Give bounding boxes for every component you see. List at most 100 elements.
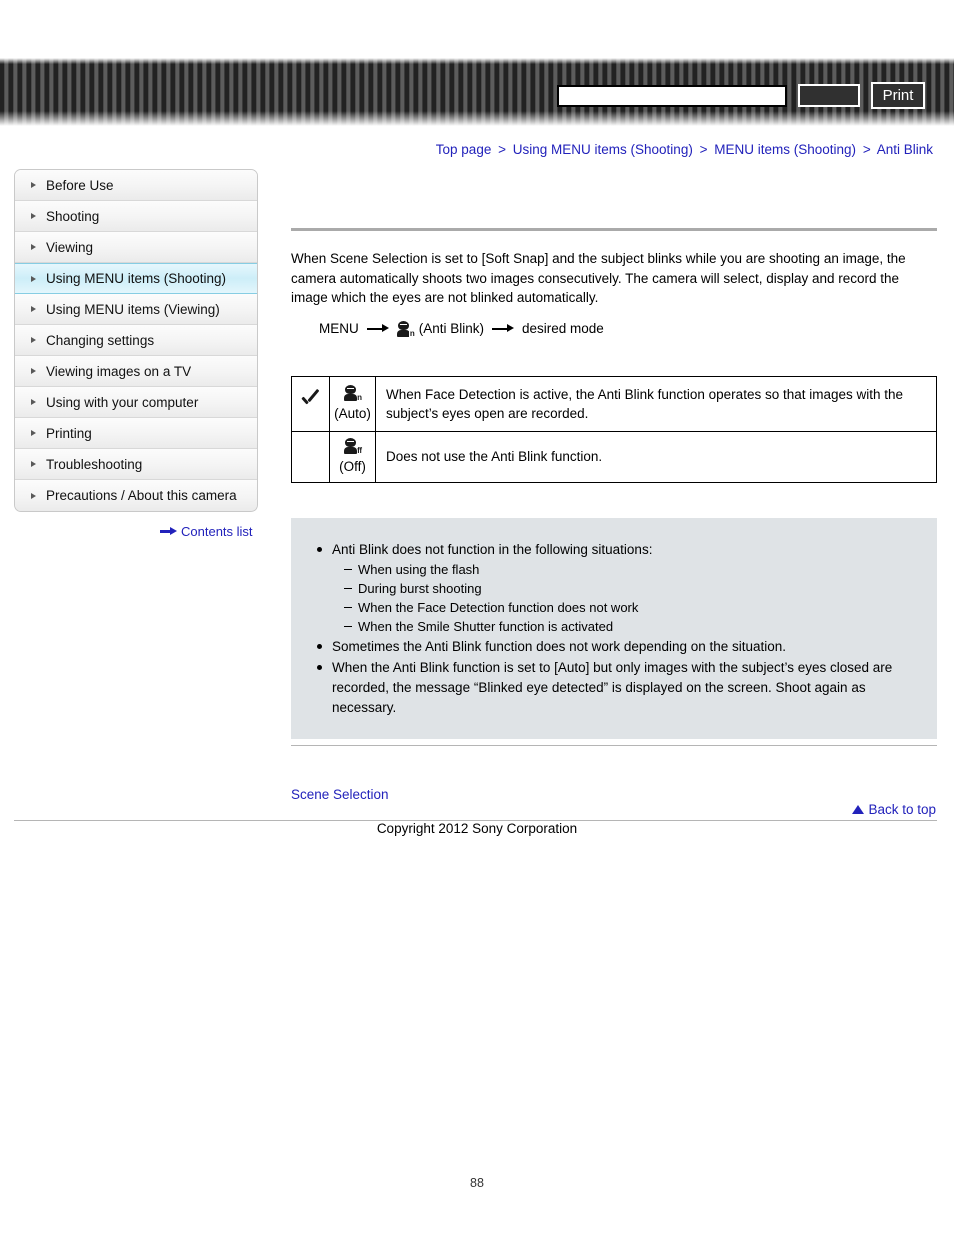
arrow-right-icon: [366, 323, 389, 334]
sidebar-item-printing[interactable]: Printing: [15, 418, 257, 449]
table-row: ff (Off) Does not use the Anti Blink funct…: [291, 430, 937, 483]
chevron-right-icon: [31, 182, 36, 188]
sidebar-item-shooting[interactable]: Shooting: [15, 201, 257, 232]
note-sub-text: When the Face Detection function does no…: [358, 599, 639, 615]
sidebar-item-label: Changing settings: [46, 332, 155, 348]
option-description: Does not use the Anti Blink function.: [375, 430, 937, 483]
anti-blink-auto-icon: n: [396, 320, 415, 338]
search-button[interactable]: [798, 84, 860, 107]
breadcrumb-separator: >: [862, 142, 871, 157]
sidebar-item-viewing-images-on-a-tv[interactable]: Viewing images on a TV: [15, 356, 257, 387]
breadcrumb-item-using-menu-items-shooting[interactable]: Using MENU items (Shooting): [513, 142, 693, 157]
note-sub-text: When the Smile Shutter function is activ…: [358, 618, 614, 634]
arrow-right-icon: [492, 323, 515, 334]
option-description: When Face Detection is active, the Anti …: [375, 375, 937, 432]
sidebar-item-label: Using MENU items (Shooting): [46, 271, 227, 286]
check-icon: [300, 393, 322, 409]
option-icon-cell: n (Auto): [329, 375, 376, 432]
menu-path-start: MENU: [319, 320, 359, 336]
back-to-top-link[interactable]: Back to top: [852, 802, 936, 817]
sidebar-item-precautions-about-this-camera[interactable]: Precautions / About this camera: [15, 480, 257, 511]
note-sub-list: When using the flash During burst shootin…: [332, 560, 913, 636]
notes-list: Anti Blink does not function in the foll…: [315, 540, 913, 718]
sidebar-item-label: Viewing images on a TV: [46, 363, 192, 379]
sidebar-item-label: Precautions / About this camera: [46, 488, 237, 503]
chevron-right-icon: [31, 399, 36, 405]
note-item: Anti Blink does not function in the foll…: [315, 540, 913, 636]
sidebar-item-using-with-your-computer[interactable]: Using with your computer: [15, 387, 257, 418]
sidebar-item-viewing[interactable]: Viewing: [15, 232, 257, 263]
chevron-right-icon: [31, 337, 36, 343]
search-input[interactable]: [557, 84, 787, 107]
chevron-right-icon: [31, 213, 36, 219]
note-item: When the Anti Blink function is set to […: [315, 658, 913, 718]
table-row: n (Auto) When Face Detection is active, th…: [291, 375, 937, 432]
chevron-right-icon: [31, 461, 36, 467]
note-sub-text: During burst shooting: [358, 580, 482, 596]
default-check-cell: [291, 430, 330, 483]
option-name: (Off): [339, 458, 366, 474]
sidebar-item-troubleshooting[interactable]: Troubleshooting: [15, 449, 257, 480]
page-number: 88: [470, 1176, 484, 1190]
content-top-divider: [291, 228, 937, 231]
sidebar-item-changing-settings[interactable]: Changing settings: [15, 325, 257, 356]
chevron-right-icon: [31, 275, 36, 282]
breadcrumb-separator: >: [699, 142, 708, 157]
icon-subscript: ff: [356, 445, 362, 455]
breadcrumb-item-anti-blink: Anti Blink: [876, 142, 933, 157]
option-icon-cell: ff (Off): [329, 430, 376, 483]
sidebar-item-label: Using MENU items (Viewing): [46, 301, 220, 317]
note-sub-item: When the Face Detection function does no…: [344, 598, 913, 617]
copyright-text: Copyright 2012 Sony Corporation: [376, 821, 578, 836]
sidebar: Before Use Shooting Viewing Using MENU item…: [14, 169, 258, 512]
triangle-up-icon: [852, 805, 865, 814]
sidebar-item-using-menu-items-viewing[interactable]: Using MENU items (Viewing): [15, 294, 257, 325]
note-item: Sometimes the Anti Blink function does n…: [315, 637, 913, 657]
sidebar-item-label: Using with your computer: [46, 394, 199, 410]
arrow-right-icon: [160, 527, 177, 536]
sidebar-item-label: Printing: [46, 425, 92, 441]
back-to-top-label: Back to top: [868, 802, 936, 817]
breadcrumb-item-top-page[interactable]: Top page: [436, 142, 492, 157]
dash-icon: [344, 568, 352, 571]
note-sub-item: During burst shooting: [344, 579, 913, 598]
dash-icon: [344, 606, 352, 609]
options-table: n (Auto) When Face Detection is active, th…: [291, 375, 937, 483]
sidebar-item-label: Before Use: [46, 177, 114, 193]
default-check-cell: [291, 375, 330, 432]
chevron-right-icon: [31, 368, 36, 374]
dash-icon: [344, 625, 352, 628]
anti-blink-icon: ff: [344, 437, 362, 455]
note-text: Sometimes the Anti Blink function does n…: [332, 638, 787, 654]
menu-path-middle: (Anti Blink): [418, 320, 485, 336]
main-content: When Scene Selection is set to [Soft Sna…: [291, 228, 937, 804]
dash-icon: [344, 587, 352, 590]
menu-path-end: desired mode: [522, 320, 604, 336]
contents-list-label: Contents list: [181, 524, 253, 539]
chevron-right-icon: [31, 306, 36, 312]
breadcrumb: Top page > Using MENU items (Shooting) >…: [436, 142, 936, 157]
intro-paragraph: When Scene Selection is set to [Soft Sna…: [291, 251, 906, 305]
breadcrumb-separator: >: [498, 142, 506, 157]
header-controls: Print: [557, 82, 925, 109]
chevron-right-icon: [31, 430, 36, 436]
note-sub-item: When the Smile Shutter function is activ…: [344, 617, 913, 636]
chevron-right-icon: [31, 244, 36, 250]
contents-list-link[interactable]: Contents list: [160, 524, 253, 539]
related-link-scene-selection[interactable]: Scene Selection: [291, 787, 389, 802]
note-sub-text: When using the flash: [358, 561, 480, 577]
bullet-icon: [317, 664, 322, 670]
print-button[interactable]: Print: [871, 82, 925, 109]
bullet-icon: [317, 546, 322, 552]
sidebar-item-before-use[interactable]: Before Use: [15, 170, 257, 201]
icon-subscript: n: [409, 328, 415, 338]
note-sub-item: When using the flash: [344, 560, 913, 579]
breadcrumb-item-menu-items-shooting[interactable]: MENU items (Shooting): [714, 142, 856, 157]
menu-path: MENU n (Anti Blink) desired mode: [319, 318, 937, 340]
sidebar-item-label: Troubleshooting: [46, 456, 143, 472]
sidebar-item-using-menu-items-shooting[interactable]: Using MENU items (Shooting): [15, 263, 257, 294]
notes-box: Anti Blink does not function in the foll…: [291, 517, 937, 739]
note-text: Anti Blink does not function in the foll…: [332, 541, 653, 557]
chevron-right-icon: [31, 492, 36, 499]
sidebar-item-label: Shooting: [46, 208, 100, 224]
